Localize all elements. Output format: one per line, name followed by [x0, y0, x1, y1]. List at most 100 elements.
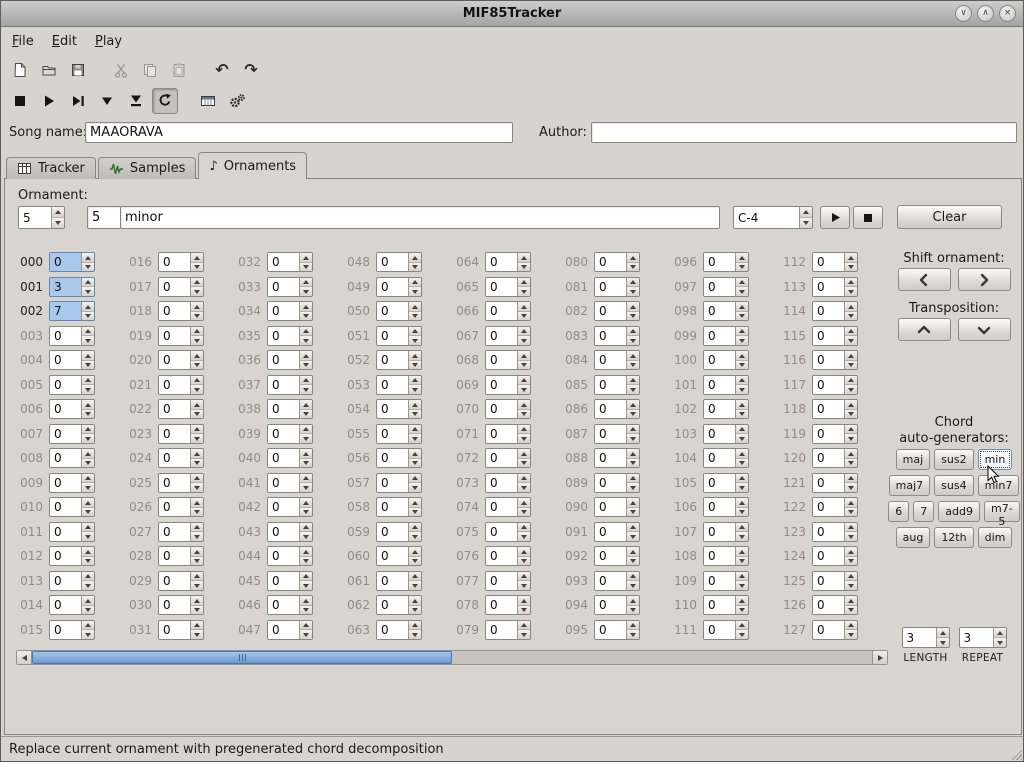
spin-steppers[interactable] — [936, 628, 949, 647]
spin-steppers[interactable] — [299, 449, 312, 467]
step-value-spinbox[interactable]: 0 — [267, 350, 313, 370]
spin-up-button[interactable] — [409, 547, 421, 556]
spin-steppers[interactable] — [517, 596, 530, 614]
step-value-spinbox[interactable]: 0 — [158, 301, 204, 321]
loop-button[interactable] — [152, 88, 178, 114]
step-value-spinbox[interactable]: 0 — [376, 399, 422, 419]
step-value-spinbox[interactable]: 0 — [376, 620, 422, 640]
step-value-spinbox[interactable]: 0 — [376, 252, 422, 272]
spin-down-button[interactable] — [409, 262, 421, 272]
spin-down-button[interactable] — [736, 335, 748, 345]
step-value-spinbox[interactable]: 0 — [703, 497, 749, 517]
spin-up-button[interactable] — [82, 278, 94, 287]
spin-down-button[interactable] — [845, 507, 857, 517]
spin-down-button[interactable] — [191, 605, 203, 615]
chord-button-6[interactable]: 6 — [888, 501, 909, 522]
spin-down-button[interactable] — [627, 556, 639, 566]
spin-up-button[interactable] — [409, 376, 421, 385]
spin-down-button[interactable] — [409, 556, 421, 566]
spin-up-button[interactable] — [82, 425, 94, 434]
spin-steppers[interactable] — [408, 474, 421, 492]
spin-up-button[interactable] — [845, 400, 857, 409]
spin-up-button[interactable] — [845, 474, 857, 483]
spin-steppers[interactable] — [844, 523, 857, 541]
spin-up-button[interactable] — [518, 498, 530, 507]
spin-steppers[interactable] — [299, 572, 312, 590]
step-value-spinbox[interactable]: 0 — [49, 326, 95, 346]
step-value-spinbox[interactable]: 0 — [376, 497, 422, 517]
step-value-spinbox[interactable]: 0 — [158, 571, 204, 591]
spin-steppers[interactable] — [844, 376, 857, 394]
spin-steppers[interactable] — [408, 547, 421, 565]
spin-down-button[interactable] — [409, 580, 421, 590]
spin-up-button[interactable] — [409, 278, 421, 287]
spin-steppers[interactable] — [626, 376, 639, 394]
spin-down-button[interactable] — [191, 384, 203, 394]
spin-steppers[interactable] — [81, 278, 94, 296]
step-value-spinbox[interactable]: 0 — [812, 326, 858, 346]
spin-steppers[interactable] — [735, 596, 748, 614]
spin-up-button[interactable] — [82, 253, 94, 262]
spin-up-button[interactable] — [191, 425, 203, 434]
step-value-spinbox[interactable]: 0 — [485, 277, 531, 297]
spin-down-button[interactable] — [409, 458, 421, 468]
spin-steppers[interactable] — [81, 596, 94, 614]
spin-steppers[interactable] — [408, 351, 421, 369]
spin-down-button[interactable] — [845, 335, 857, 345]
spin-up-button[interactable] — [627, 278, 639, 287]
spin-steppers[interactable] — [626, 547, 639, 565]
step-value-spinbox[interactable]: 0 — [703, 473, 749, 493]
spin-up-button[interactable] — [736, 449, 748, 458]
step-value-spinbox[interactable]: 0 — [703, 350, 749, 370]
spin-up-button[interactable] — [191, 327, 203, 336]
spin-down-button[interactable] — [736, 605, 748, 615]
spin-down-button[interactable] — [82, 605, 94, 615]
spin-steppers[interactable] — [735, 621, 748, 639]
transpose-up-button[interactable] — [898, 318, 951, 341]
step-value-spinbox[interactable]: 0 — [594, 350, 640, 370]
step-value-spinbox[interactable]: 0 — [594, 620, 640, 640]
step-value-spinbox[interactable]: 0 — [267, 497, 313, 517]
spin-down-button[interactable] — [994, 637, 1006, 647]
spin-down-button[interactable] — [300, 409, 312, 419]
spin-down-button[interactable] — [300, 262, 312, 272]
spin-steppers[interactable] — [408, 449, 421, 467]
spin-steppers[interactable] — [408, 376, 421, 394]
spin-up-button[interactable] — [409, 474, 421, 483]
step-value-spinbox[interactable]: 0 — [703, 326, 749, 346]
spin-up-button[interactable] — [736, 351, 748, 360]
step-value-spinbox[interactable]: 0 — [485, 326, 531, 346]
spin-down-button[interactable] — [518, 507, 530, 517]
spin-steppers[interactable] — [844, 449, 857, 467]
titlebar[interactable]: MIF85Tracker ∨ ∧ × — [1, 1, 1023, 27]
spin-up-button[interactable] — [845, 302, 857, 311]
spin-down-button[interactable] — [82, 262, 94, 272]
step-value-spinbox[interactable]: 0 — [49, 252, 95, 272]
chord-button-7[interactable]: 7 — [913, 501, 934, 522]
spin-up-button[interactable] — [82, 523, 94, 532]
spin-steppers[interactable] — [626, 278, 639, 296]
settings-button[interactable] — [224, 88, 250, 114]
spin-steppers[interactable] — [190, 449, 203, 467]
spin-steppers[interactable] — [408, 400, 421, 418]
step-value-spinbox[interactable]: 0 — [594, 252, 640, 272]
spin-down-button[interactable] — [627, 482, 639, 492]
chord-button-maj7[interactable]: maj7 — [889, 475, 931, 496]
spin-up-button[interactable] — [191, 400, 203, 409]
spin-down-button[interactable] — [845, 409, 857, 419]
step-value-spinbox[interactable]: 0 — [812, 375, 858, 395]
spin-steppers[interactable] — [517, 425, 530, 443]
spin-up-button[interactable] — [627, 376, 639, 385]
spin-down-button[interactable] — [409, 384, 421, 394]
pattern-editor-button[interactable] — [195, 88, 221, 114]
spin-down-button[interactable] — [845, 262, 857, 272]
step-value-spinbox[interactable]: 0 — [485, 595, 531, 615]
spin-down-button[interactable] — [627, 531, 639, 541]
spin-up-button[interactable] — [409, 523, 421, 532]
spin-steppers[interactable] — [626, 596, 639, 614]
spin-steppers[interactable] — [299, 596, 312, 614]
spin-steppers[interactable] — [844, 400, 857, 418]
spin-steppers[interactable] — [190, 596, 203, 614]
spin-down-button[interactable] — [300, 482, 312, 492]
spin-down-button[interactable] — [845, 311, 857, 321]
